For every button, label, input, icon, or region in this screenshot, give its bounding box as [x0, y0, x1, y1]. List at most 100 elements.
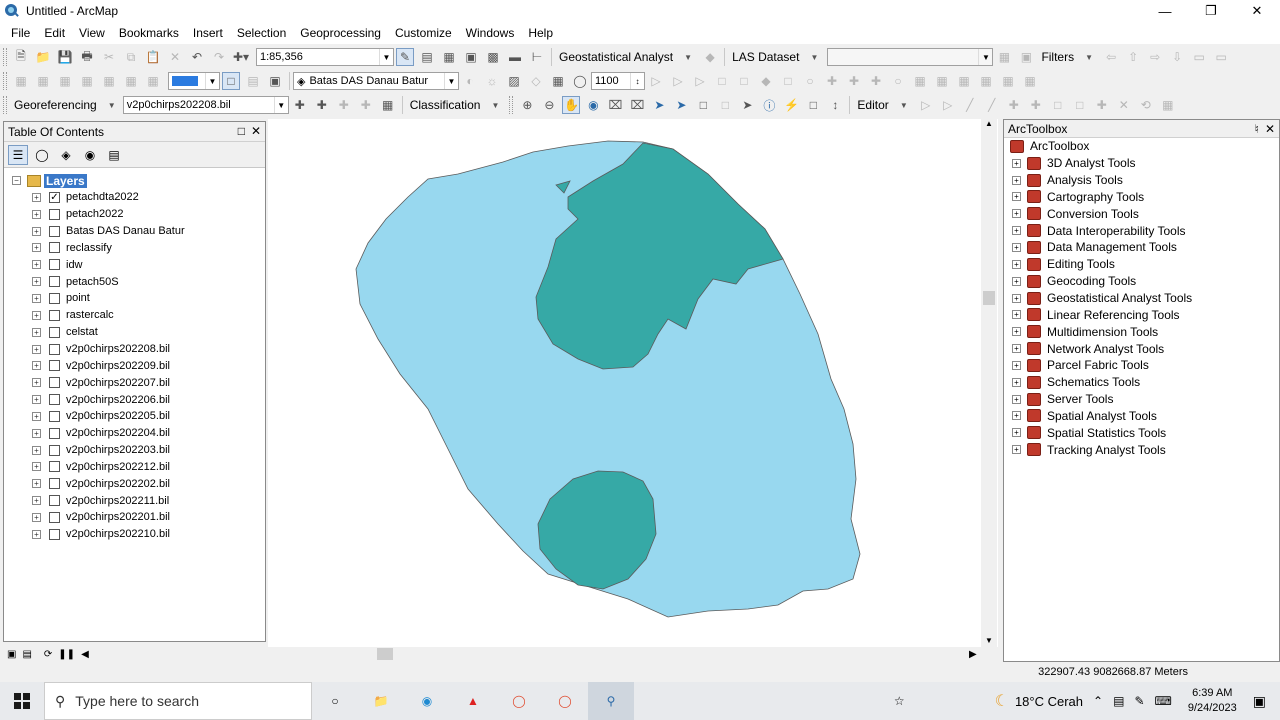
- layers-root[interactable]: − Layers: [4, 172, 265, 189]
- map-vertical-scrollbar[interactable]: ▲ ▼: [981, 119, 997, 647]
- layer-visibility-checkbox[interactable]: [49, 427, 60, 439]
- chrome-profile-icon[interactable]: ◯: [542, 682, 588, 720]
- expand-icon[interactable]: +: [1012, 158, 1021, 168]
- print-icon[interactable]: 🖶: [78, 48, 96, 66]
- expand-icon[interactable]: +: [32, 327, 41, 337]
- profile-graph-icon[interactable]: □: [713, 72, 731, 90]
- chevron-down-icon[interactable]: ▼: [444, 73, 458, 89]
- measure-tool-icon[interactable]: ↕: [826, 96, 844, 114]
- expand-icon[interactable]: +: [1012, 360, 1021, 370]
- attribute-icon[interactable]: ▦: [955, 72, 973, 90]
- editor-toolbar-icon[interactable]: ✎: [396, 48, 414, 66]
- move-icon[interactable]: ✚: [845, 72, 863, 90]
- layer-row[interactable]: + celstat: [4, 324, 265, 341]
- layer-visibility-checkbox[interactable]: [49, 410, 60, 422]
- attributes-icon[interactable]: ▦: [1159, 96, 1177, 114]
- color-ramp-icon[interactable]: ▨: [505, 72, 523, 90]
- arcmap-taskbar-icon[interactable]: ⚲: [588, 682, 634, 720]
- toolbox-item[interactable]: + Tracking Analyst Tools: [1004, 441, 1279, 458]
- raster-icon[interactable]: ▦: [977, 72, 995, 90]
- fixed-zoom-in-icon[interactable]: ⌧: [606, 96, 624, 114]
- layer-row[interactable]: + v2p0chirps202209.bil: [4, 357, 265, 374]
- expand-icon[interactable]: +: [1012, 192, 1021, 202]
- toolbox-item-label[interactable]: Spatial Statistics Tools: [1047, 426, 1166, 440]
- paste-icon[interactable]: 📋: [144, 48, 162, 66]
- toolbox-item[interactable]: + Cartography Tools: [1004, 189, 1279, 206]
- toolbox-item-label[interactable]: Network Analyst Tools: [1047, 342, 1164, 356]
- spinner-icon[interactable]: ↕: [630, 73, 644, 89]
- redo-icon[interactable]: ↷: [210, 48, 228, 66]
- las-layer-combo[interactable]: ▼: [827, 48, 994, 66]
- layer-name[interactable]: celstat: [66, 326, 98, 338]
- scroll-thumb[interactable]: [983, 291, 995, 305]
- layer-visibility-checkbox[interactable]: [49, 326, 60, 338]
- dropdown-arrow-icon[interactable]: ▼: [1080, 48, 1098, 66]
- pen-icon[interactable]: ✎: [1134, 694, 1144, 708]
- forward-arrow-icon[interactable]: ➤: [672, 96, 690, 114]
- identify-icon[interactable]: ○: [889, 72, 907, 90]
- measure-icon[interactable]: ✚: [867, 72, 885, 90]
- map-view[interactable]: [268, 119, 998, 647]
- layer-row[interactable]: + reclassify: [4, 240, 265, 257]
- dropdown-arrow-icon[interactable]: ▼: [805, 48, 823, 66]
- add-data-icon[interactable]: ✚▾: [232, 48, 250, 66]
- menu-view[interactable]: View: [72, 22, 112, 44]
- file-explorer-icon[interactable]: 📁: [358, 682, 404, 720]
- toolbox-item-label[interactable]: Server Tools: [1047, 392, 1113, 406]
- split-icon[interactable]: ✚: [823, 72, 841, 90]
- layer-visibility-checkbox[interactable]: [49, 495, 60, 507]
- zoom-in-icon[interactable]: ⊕: [518, 96, 536, 114]
- layer-row[interactable]: + v2p0chirps202208.bil: [4, 341, 265, 358]
- catalog-icon[interactable]: ▦: [440, 48, 458, 66]
- layer-row[interactable]: + ✓ petachdta2022: [4, 189, 265, 206]
- expand-icon[interactable]: +: [32, 310, 41, 320]
- search-window-icon[interactable]: ▣: [462, 48, 480, 66]
- toolbox-item-label[interactable]: Tracking Analyst Tools: [1047, 443, 1166, 457]
- layer-visibility-checkbox[interactable]: [49, 259, 60, 271]
- expand-icon[interactable]: +: [32, 243, 41, 253]
- layer-row[interactable]: + Batas DAS Danau Batur: [4, 223, 265, 240]
- mcafee-icon[interactable]: ▲: [450, 682, 496, 720]
- toolbox-item-label[interactable]: Cartography Tools: [1047, 190, 1144, 204]
- minimize-button[interactable]: —: [1142, 0, 1188, 22]
- layer-visibility-checkbox[interactable]: [49, 461, 60, 473]
- layer-name[interactable]: v2p0chirps202203.bil: [66, 444, 170, 456]
- toolbox-item[interactable]: + Geostatistical Analyst Tools: [1004, 290, 1279, 307]
- layer-row[interactable]: + idw: [4, 256, 265, 273]
- transparency-combo[interactable]: ▼: [168, 72, 220, 90]
- layer-name[interactable]: petachdta2022: [66, 191, 139, 203]
- expand-icon[interactable]: +: [32, 260, 41, 270]
- georef-tool-icon[interactable]: ▦: [12, 72, 30, 90]
- data-view-icon[interactable]: ▣: [7, 649, 16, 660]
- layer-row[interactable]: + v2p0chirps202204.bil: [4, 425, 265, 442]
- delete-points-icon[interactable]: ✚: [335, 96, 353, 114]
- dropdown-arrow-icon[interactable]: ▼: [895, 96, 913, 114]
- toolbox-item[interactable]: + Spatial Analyst Tools: [1004, 408, 1279, 425]
- toolbox-item[interactable]: + Parcel Fabric Tools: [1004, 357, 1279, 374]
- arrow-down-icon[interactable]: ⇩: [1168, 48, 1186, 66]
- flicker-icon[interactable]: ▣: [266, 72, 284, 90]
- toolbar-grip[interactable]: [3, 72, 7, 90]
- 3d-view-icon[interactable]: ▭: [1212, 48, 1230, 66]
- elevation-icon[interactable]: ◯: [571, 72, 589, 90]
- auto-registration-icon[interactable]: ✚: [357, 96, 375, 114]
- chevron-down-icon[interactable]: ▼: [205, 73, 219, 89]
- refresh-icon[interactable]: ⟳: [44, 649, 52, 660]
- close-icon[interactable]: ✕: [1265, 122, 1275, 136]
- expand-icon[interactable]: +: [32, 192, 41, 202]
- pause-drawing-icon[interactable]: ❚❚: [58, 649, 75, 660]
- arrow-right-icon[interactable]: ⇨: [1146, 48, 1164, 66]
- georeferencing-menu[interactable]: Georeferencing: [10, 98, 101, 112]
- layer-visibility-checkbox[interactable]: [49, 276, 60, 288]
- expand-icon[interactable]: +: [1012, 344, 1021, 354]
- taskbar-search-box[interactable]: ⚲ Type here to search: [44, 682, 312, 720]
- expand-icon[interactable]: +: [32, 226, 41, 236]
- list-by-selection-icon[interactable]: ◉: [80, 145, 100, 165]
- toolbox-item-label[interactable]: Data Management Tools: [1047, 240, 1177, 254]
- toolbar-grip[interactable]: [509, 96, 514, 114]
- chrome-icon[interactable]: ◯: [496, 682, 542, 720]
- chevron-down-icon[interactable]: ▼: [379, 49, 393, 65]
- restore-button[interactable]: ❐: [1188, 0, 1234, 22]
- dropdown-arrow-icon[interactable]: ▼: [103, 96, 121, 114]
- toolbox-item[interactable]: + Analysis Tools: [1004, 172, 1279, 189]
